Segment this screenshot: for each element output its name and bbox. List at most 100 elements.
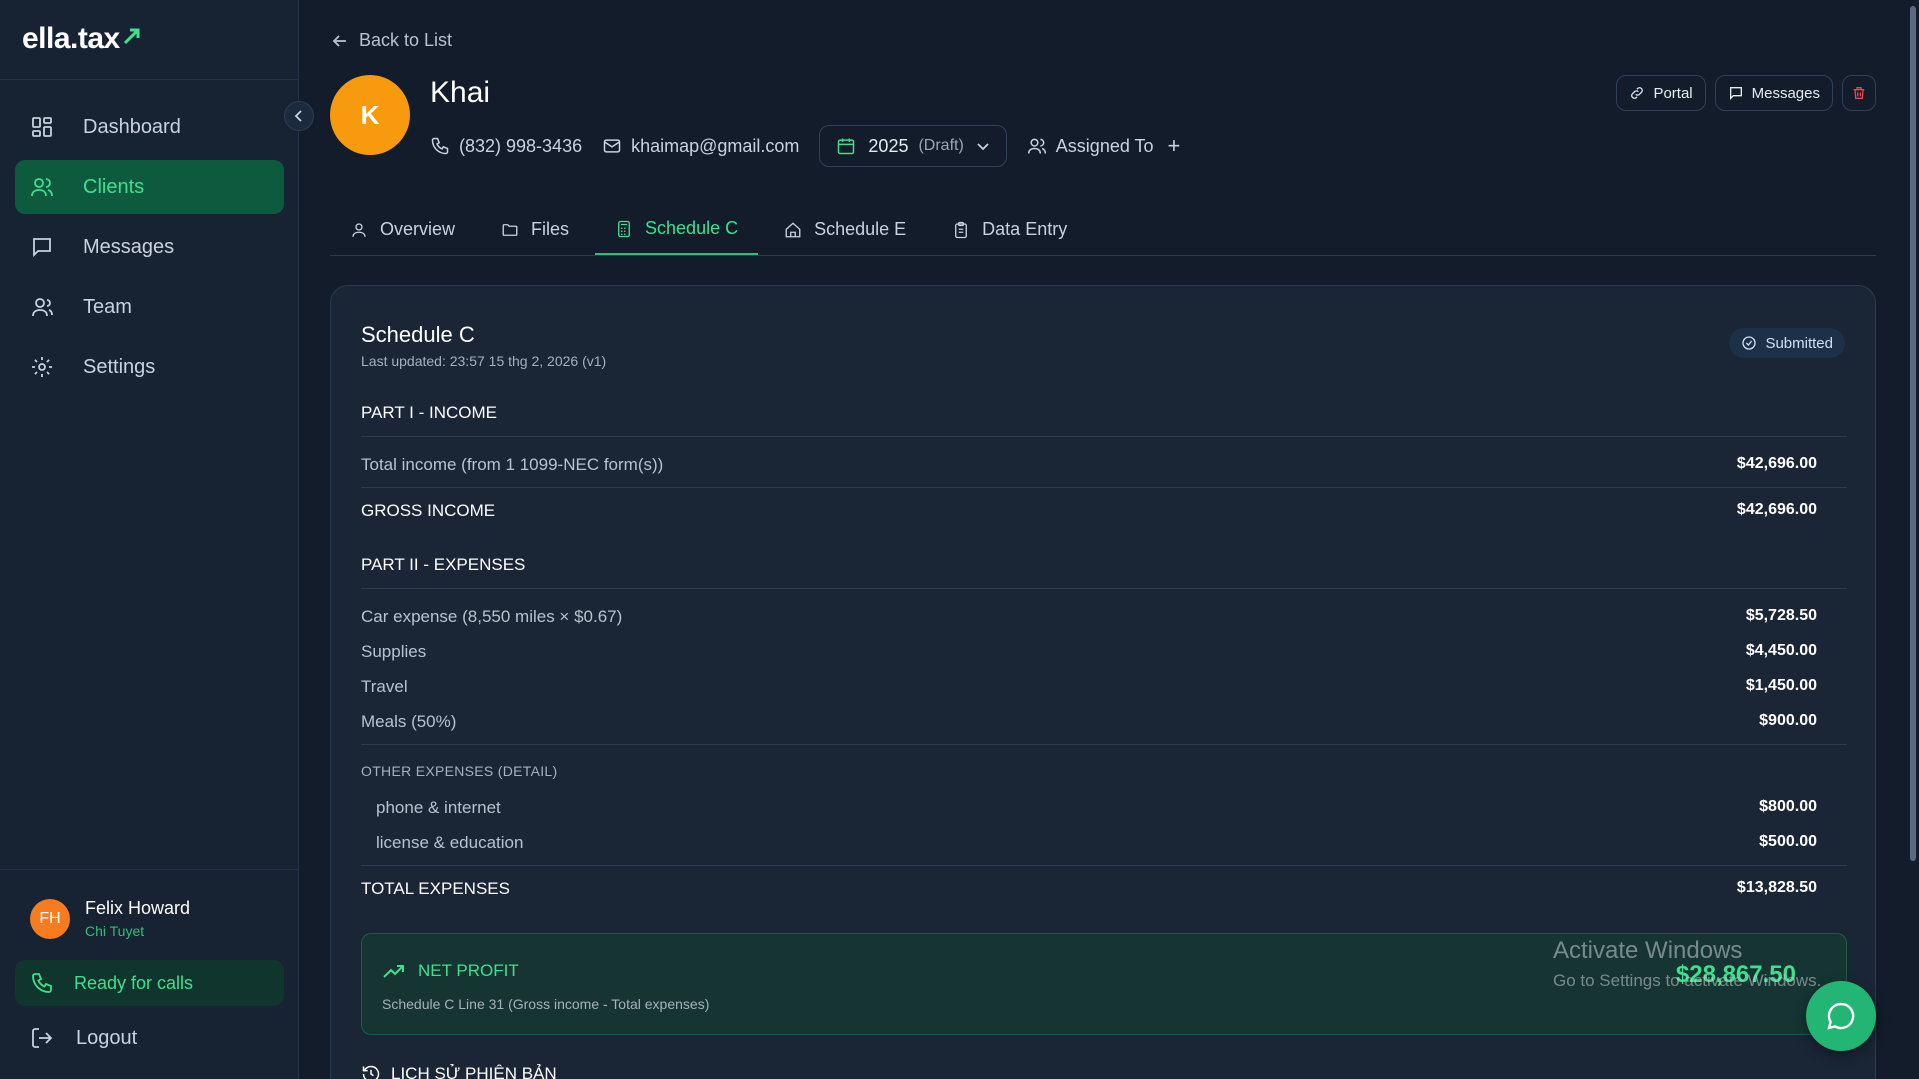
row-label: license & education — [376, 833, 524, 852]
divider — [361, 744, 1847, 745]
back-to-list-link[interactable]: Back to List — [331, 30, 452, 51]
tab-label: Files — [531, 219, 570, 239]
part2-heading: PART II - EXPENSES — [361, 555, 526, 574]
row-label: Supplies — [361, 642, 427, 661]
client-phone[interactable]: (832) 998-3436 — [430, 136, 582, 157]
sidebar-item-settings[interactable]: Settings — [15, 340, 284, 394]
last-updated: Last updated: 23:57 15 thg 2, 2026 (v1) — [361, 353, 607, 369]
table-row: Total income (from 1 1099-NEC form(s)) $… — [361, 455, 1817, 475]
tab-data-entry[interactable]: Data Entry — [932, 204, 1087, 255]
gross-income-row: GROSS INCOME $42,696.00 — [361, 501, 1817, 521]
status-label: Submitted — [1765, 334, 1833, 352]
client-avatar: K — [330, 75, 410, 155]
sidebar-item-clients[interactable]: Clients — [15, 160, 284, 214]
row-label: Car expense (8,550 miles × $0.67) — [361, 607, 623, 626]
logout-icon — [30, 1026, 54, 1050]
logout-button[interactable]: Logout — [30, 1026, 137, 1050]
sidebar-divider — [0, 79, 299, 80]
table-row: Travel $1,450.00 — [361, 677, 1817, 697]
back-label: Back to List — [359, 30, 453, 50]
delete-client-button[interactable] — [1842, 75, 1876, 111]
users-icon — [1027, 136, 1047, 156]
row-value: $500.00 — [1759, 833, 1817, 850]
sidebar-item-dashboard[interactable]: Dashboard — [15, 100, 284, 154]
tax-year-status: (Draft) — [918, 137, 964, 154]
ready-label: Ready for calls — [74, 972, 194, 993]
assigned-label: Assigned To — [1055, 135, 1154, 156]
user-icon — [350, 221, 368, 239]
trending-up-icon — [382, 962, 406, 980]
table-row: Car expense (8,550 miles × $0.67) $5,728… — [361, 607, 1817, 627]
tab-label: Overview — [380, 219, 456, 239]
clipboard-icon — [952, 221, 970, 239]
user-name: Felix Howard — [85, 898, 191, 918]
client-tabs: Overview Files Schedule C Schedule E Dat… — [330, 204, 1876, 256]
tab-schedule-c[interactable]: Schedule C — [595, 204, 759, 255]
message-icon — [1728, 85, 1744, 101]
sidebar-item-label: Team — [83, 295, 132, 318]
history-label: LỊCH SỬ PHIÊN BẢN — [391, 1064, 557, 1079]
tax-year-value: 2025 — [868, 135, 909, 156]
chat-bubble-icon — [1825, 1000, 1857, 1032]
tab-files[interactable]: Files — [481, 204, 589, 255]
row-value: $900.00 — [1759, 712, 1817, 729]
version-history-heading[interactable]: LỊCH SỬ PHIÊN BẢN — [361, 1064, 557, 1079]
email-text: khaimap@gmail.com — [631, 135, 800, 156]
schedule-c-card: Schedule C Last updated: 23:57 15 thg 2,… — [330, 285, 1876, 1079]
row-value: $4,450.00 — [1745, 642, 1817, 659]
phone-icon — [430, 136, 450, 156]
user-subtitle: Chi Tuyet — [85, 923, 145, 939]
tab-schedule-e[interactable]: Schedule E — [764, 204, 926, 255]
table-row: Meals (50%) $900.00 — [361, 712, 1817, 732]
sidebar-item-messages[interactable]: Messages — [15, 220, 284, 274]
table-row: license & education $500.00 — [361, 833, 1817, 853]
collapse-sidebar-button[interactable] — [284, 101, 314, 131]
table-row: Supplies $4,450.00 — [361, 642, 1817, 662]
row-value: $5,728.50 — [1745, 607, 1817, 624]
client-email[interactable]: khaimap@gmail.com — [602, 136, 799, 157]
tab-overview[interactable]: Overview — [330, 204, 475, 255]
tab-label: Schedule E — [814, 219, 907, 239]
mail-icon — [602, 136, 622, 156]
arrow-left-icon — [331, 32, 349, 50]
scrollbar-thumb[interactable] — [1910, 6, 1916, 861]
sidebar-item-label: Clients — [83, 175, 145, 198]
sidebar-item-team[interactable]: Team — [15, 280, 284, 334]
row-value: $1,450.00 — [1745, 677, 1817, 694]
card-title: Schedule C — [361, 322, 475, 347]
link-icon — [1629, 85, 1645, 101]
messages-button[interactable]: Messages — [1714, 75, 1833, 111]
tab-label: Schedule C — [645, 218, 739, 238]
assigned-to[interactable]: Assigned To + — [1027, 133, 1181, 159]
row-label: TOTAL EXPENSES — [361, 879, 510, 898]
brand-logo[interactable]: ella.tax — [22, 22, 142, 62]
divider — [361, 487, 1847, 488]
table-row: phone & internet $800.00 — [361, 798, 1817, 818]
sidebar-item-label: Messages — [83, 235, 175, 258]
calculator-icon — [615, 220, 633, 238]
gear-icon — [29, 354, 55, 380]
row-value: $800.00 — [1759, 798, 1817, 815]
row-value: $13,828.50 — [1736, 879, 1817, 896]
total-expenses-row: TOTAL EXPENSES $13,828.50 — [361, 879, 1817, 899]
add-assignee-icon[interactable]: + — [1168, 133, 1181, 159]
chat-button[interactable] — [1806, 981, 1876, 1051]
row-label: Travel — [361, 677, 408, 696]
row-value: $42,696.00 — [1736, 455, 1817, 472]
tab-label: Data Entry — [982, 219, 1068, 239]
header-actions: Portal Messages — [1607, 75, 1876, 111]
tax-year-select[interactable]: 2025 (Draft) — [819, 125, 1007, 167]
row-label: Total income (from 1 1099-NEC form(s)) — [361, 455, 664, 474]
trend-arrow-icon — [122, 20, 142, 54]
team-icon — [29, 294, 55, 320]
folder-icon — [501, 221, 519, 239]
ready-for-calls-button[interactable]: Ready for calls — [15, 960, 284, 1006]
net-profit-value: $28,867.50 — [1675, 961, 1796, 988]
sidebar-nav: Dashboard Clients Messages Team Settings — [15, 100, 284, 400]
current-user[interactable]: FH Felix Howard Chi Tuyet — [30, 898, 190, 939]
chevron-down-icon — [976, 139, 990, 153]
trash-icon — [1851, 85, 1867, 101]
sidebar-item-label: Settings — [83, 355, 156, 378]
row-label: Meals (50%) — [361, 712, 457, 731]
portal-button[interactable]: Portal — [1616, 75, 1706, 111]
